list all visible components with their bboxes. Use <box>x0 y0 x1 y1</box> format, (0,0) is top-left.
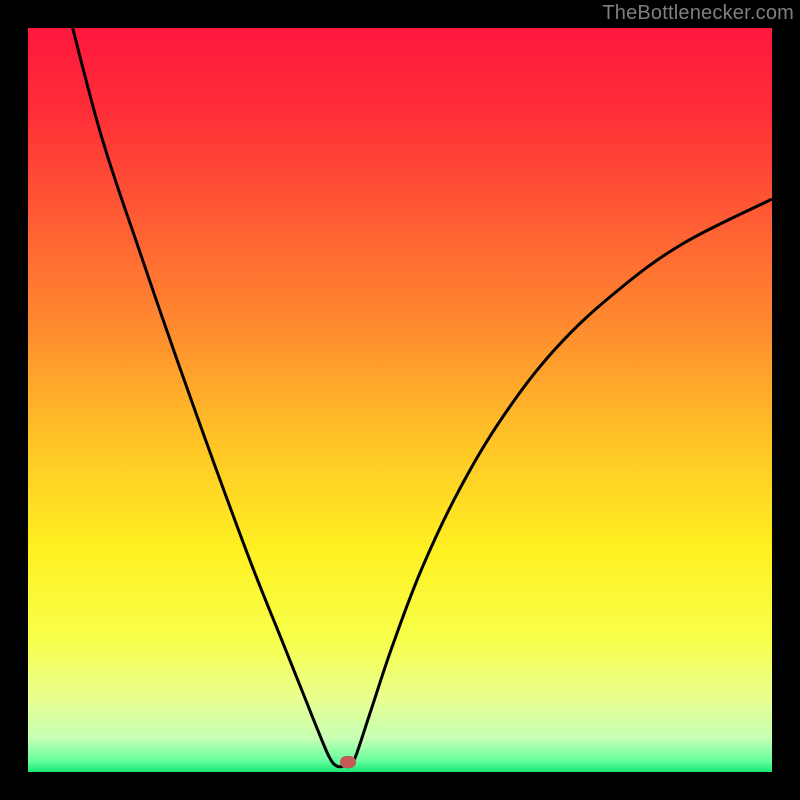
gradient-background <box>28 28 772 772</box>
minimum-marker <box>340 756 356 768</box>
bottleneck-chart <box>28 28 772 772</box>
watermark-text: TheBottlenecker.com <box>602 2 794 25</box>
chart-frame <box>28 28 772 772</box>
